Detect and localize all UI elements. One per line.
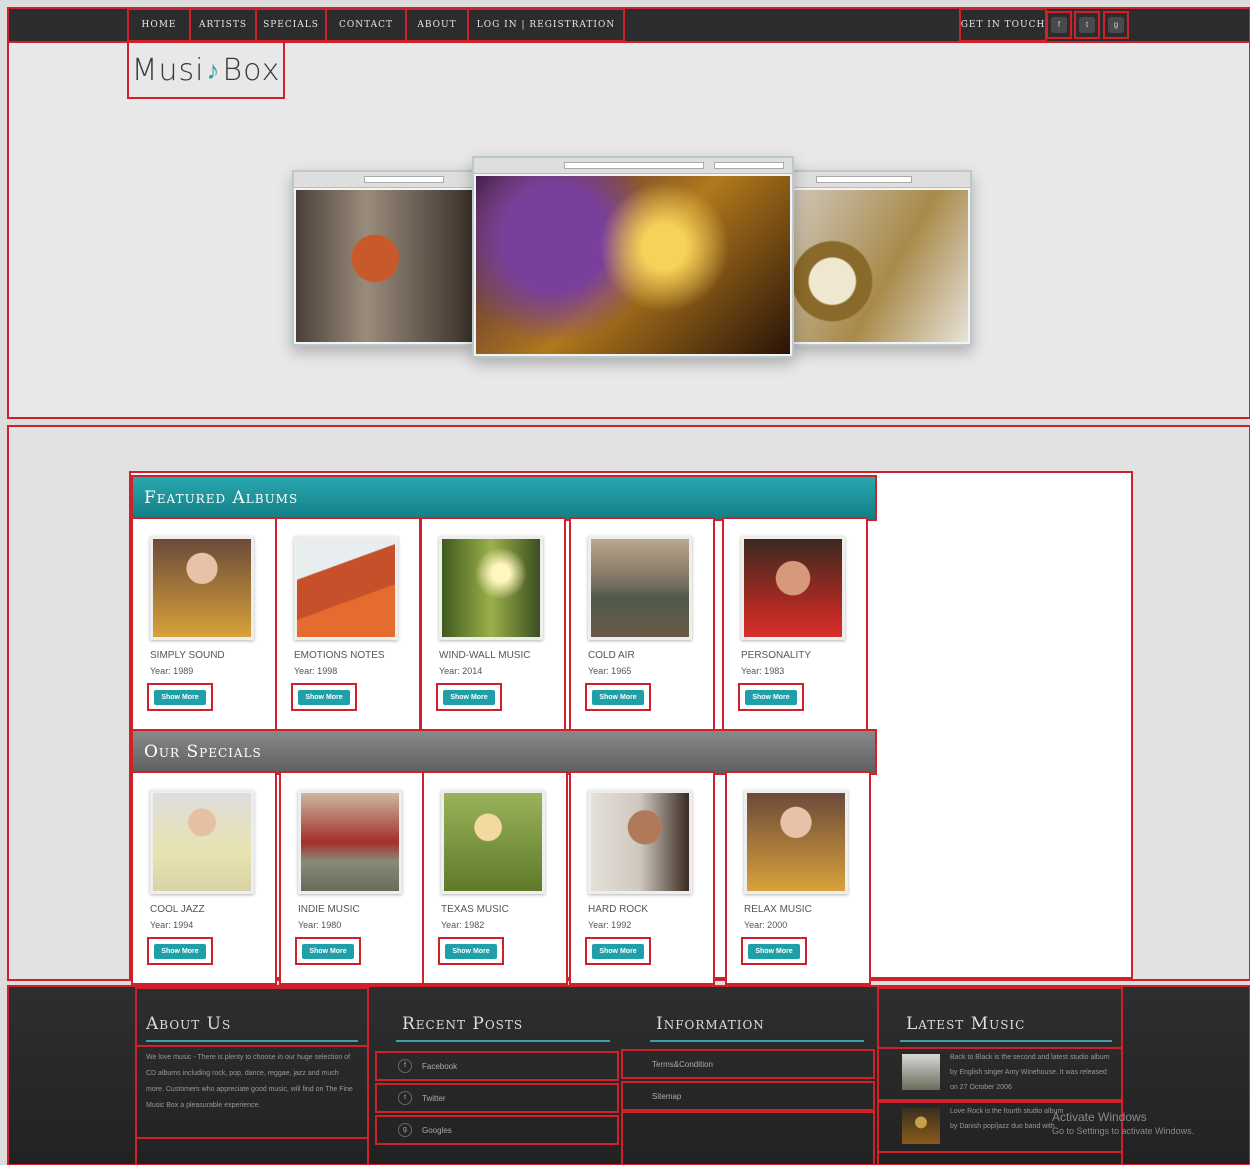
album-card[interactable]: Cold Air Year: 1965 Show More xyxy=(569,517,715,731)
footer-recent-posts-title: Recent Posts xyxy=(402,1014,524,1034)
footer-divider xyxy=(396,1040,610,1042)
special-card[interactable]: Texas Music Year: 1982 Show More xyxy=(422,771,568,985)
special-card[interactable]: Relax Music Year: 2000 Show More xyxy=(725,771,871,985)
album-year: Year: 1980 xyxy=(298,920,342,930)
show-more-button[interactable]: Show More xyxy=(147,683,213,711)
facebook-icon[interactable]: f xyxy=(1046,11,1072,39)
latest-music-item[interactable]: Back to Black is the second and latest s… xyxy=(877,1047,1123,1101)
album-title: Cool Jazz xyxy=(150,904,205,915)
album-title: Texas Music xyxy=(441,904,509,915)
album-card[interactable]: Wind-Wall Music Year: 2014 Show More xyxy=(420,517,566,731)
our-specials-heading: Our Specials xyxy=(131,729,877,775)
footer-divider xyxy=(650,1040,864,1042)
show-more-button[interactable]: Show More xyxy=(438,937,504,965)
show-more-button[interactable]: Show More xyxy=(585,683,651,711)
album-card[interactable]: Simply Sound Year: 1989 Show More xyxy=(131,517,277,731)
show-more-button[interactable]: Show More xyxy=(295,937,361,965)
album-card[interactable]: Personality Year: 1983 Show More xyxy=(722,517,868,731)
album-card[interactable]: Emotions Notes Year: 1998 Show More xyxy=(275,517,421,731)
show-more-button[interactable]: Show More xyxy=(147,937,213,965)
footer-latest-music-title: Latest Music xyxy=(906,1014,1026,1034)
special-card[interactable]: Hard Rock Year: 1992 Show More xyxy=(569,771,715,985)
info-link-terms[interactable]: Terms&Condition xyxy=(621,1049,875,1079)
footer-information-title: Information xyxy=(656,1014,765,1034)
footer-information-column: Information Terms&Condition Sitemap xyxy=(621,988,875,1165)
album-title: Indie Music xyxy=(298,904,360,915)
nav-home[interactable]: Home xyxy=(127,8,191,42)
album-title: Cold Air xyxy=(588,650,635,661)
twitter-icon[interactable]: t xyxy=(1074,11,1100,39)
album-title: Relax Music xyxy=(744,904,812,915)
special-card[interactable]: Indie Music Year: 1980 Show More xyxy=(279,771,425,985)
footer-about-text: We love music - There is plenty to choos… xyxy=(135,1045,369,1139)
footer-divider xyxy=(146,1040,358,1042)
nav-artists[interactable]: Artists xyxy=(189,8,257,42)
footer-about-title: About Us xyxy=(146,1014,232,1034)
album-title: Emotions Notes xyxy=(294,650,385,661)
slider-image-headphones[interactable] xyxy=(292,170,476,346)
album-title: Personality xyxy=(741,650,812,661)
album-title: Hard Rock xyxy=(588,904,649,915)
site-logo[interactable]: Musi ♪ Box xyxy=(127,41,285,99)
recent-post-twitter[interactable]: t Twitter xyxy=(375,1083,619,1113)
google-icon[interactable]: g xyxy=(1103,11,1129,39)
album-year: Year: 1989 xyxy=(150,666,194,676)
album-year: Year: 1982 xyxy=(441,920,485,930)
slider-image-saxophone[interactable] xyxy=(790,170,972,346)
nav-contact[interactable]: Contact xyxy=(325,8,407,42)
google-icon: g xyxy=(398,1123,412,1137)
show-more-button[interactable]: Show More xyxy=(738,683,804,711)
album-cover[interactable] xyxy=(294,536,398,640)
show-more-button[interactable]: Show More xyxy=(291,683,357,711)
album-cover[interactable] xyxy=(150,536,254,640)
album-year: Year: 2014 xyxy=(439,666,483,676)
top-nav-bar: Home Artists Specials Contact About Log … xyxy=(7,7,1250,43)
footer-recent-posts-column: Recent Posts f Facebook t Twitter g Googles xyxy=(375,988,620,1165)
album-cover[interactable] xyxy=(150,790,254,894)
recent-post-google[interactable]: g Googles xyxy=(375,1115,619,1145)
hero-section: Musi ♪ Box xyxy=(7,41,1250,419)
album-cover[interactable] xyxy=(439,536,543,640)
album-year: Year: 1983 xyxy=(741,666,785,676)
album-thumbnail[interactable] xyxy=(902,1054,940,1090)
special-card[interactable]: Cool Jazz Year: 1994 Show More xyxy=(131,771,277,985)
get-in-touch-link[interactable]: Get In Touch xyxy=(959,8,1047,42)
recent-post-facebook[interactable]: f Facebook xyxy=(375,1051,619,1081)
slider-image-main[interactable] xyxy=(472,156,794,358)
album-cover[interactable] xyxy=(588,790,692,894)
footer-divider xyxy=(900,1040,1112,1042)
info-link-sitemap[interactable]: Sitemap xyxy=(621,1081,875,1111)
nav-about[interactable]: About xyxy=(405,8,469,42)
album-cover[interactable] xyxy=(744,790,848,894)
album-title: Wind-Wall Music xyxy=(439,650,531,661)
footer-latest-music-column: Latest Music Back to Black is the second… xyxy=(877,987,1123,1165)
album-year: Year: 1992 xyxy=(588,920,632,930)
album-year: Year: 1994 xyxy=(150,920,194,930)
featured-albums-heading: Featured Albums xyxy=(131,475,877,521)
windows-activation-watermark: Activate Windows Go to Settings to activ… xyxy=(1052,1110,1195,1136)
nav-specials[interactable]: Specials xyxy=(255,8,327,42)
album-cover[interactable] xyxy=(441,790,545,894)
album-cover[interactable] xyxy=(298,790,402,894)
album-title: Simply Sound xyxy=(150,650,225,661)
album-year: Year: 1998 xyxy=(294,666,338,676)
twitter-icon: t xyxy=(398,1091,412,1105)
album-year: Year: 2000 xyxy=(744,920,788,930)
show-more-button[interactable]: Show More xyxy=(436,683,502,711)
show-more-button[interactable]: Show More xyxy=(741,937,807,965)
nav-login-registration[interactable]: Log In | Registration xyxy=(467,8,625,42)
info-empty-slot xyxy=(621,1111,875,1165)
facebook-icon: f xyxy=(398,1059,412,1073)
footer: About Us We love music - There is plenty… xyxy=(7,985,1250,1165)
album-cover[interactable] xyxy=(741,536,845,640)
show-more-button[interactable]: Show More xyxy=(585,937,651,965)
album-thumbnail[interactable] xyxy=(902,1108,940,1144)
album-cover[interactable] xyxy=(588,536,692,640)
album-year: Year: 1965 xyxy=(588,666,632,676)
footer-about-column: About Us We love music - There is plenty… xyxy=(135,987,369,1165)
